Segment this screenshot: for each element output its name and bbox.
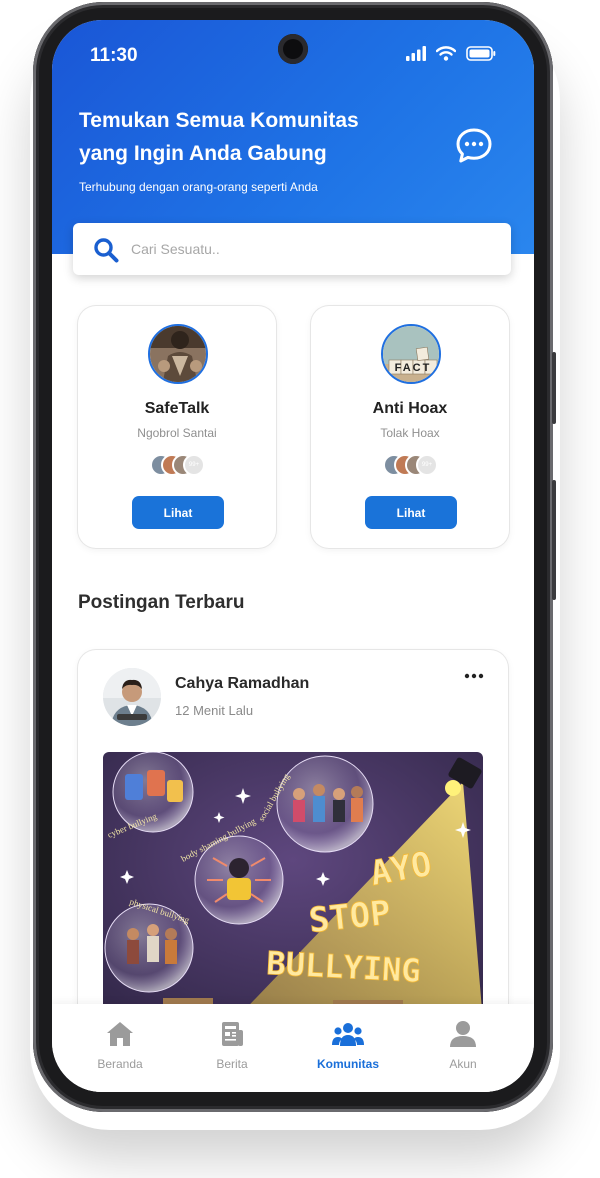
member-count-badge: 99+ [183,454,205,476]
nav-item-komunitas[interactable]: Komunitas [298,1020,398,1071]
poster-line-stop: STOP [307,893,393,941]
view-community-button[interactable]: Lihat [132,496,224,529]
more-options-icon[interactable] [464,672,484,680]
signal-icon [406,46,426,61]
status-time: 11:30 [90,45,138,66]
nav-item-berita[interactable]: Berita [182,1020,282,1071]
section-title-latest-posts: Postingan Terbaru [78,592,245,613]
page-title-line2: yang Ingin Anda Gabung [79,142,327,165]
chat-icon [456,128,492,163]
chat-button[interactable] [454,126,494,166]
author-avatar[interactable] [103,668,161,726]
home-icon [107,1022,133,1046]
power-button [552,480,556,600]
post-image[interactable]: cyber bullying social bullying body sham… [103,752,483,1022]
search-icon[interactable] [93,237,119,263]
page-title: Temukan Semua Komunitas yang Ingin Anda … [79,104,419,170]
community-name: SafeTalk [144,400,210,417]
page-title-line1: Temukan Semua Komunitas [79,109,359,132]
account-icon [450,1021,476,1047]
status-icons [406,46,496,61]
nav-label: Beranda [97,1057,143,1071]
bottom-navigation: Beranda Berita Komunitas Akun [52,1004,534,1092]
post-author: Cahya Ramadhan [175,675,310,692]
battery-icon [466,46,496,61]
community-avatar: FACT [381,324,441,384]
nav-item-akun[interactable]: Akun [413,1020,513,1071]
member-avatars: 99+ [150,454,210,478]
community-card-anti-hoax[interactable]: FACT Anti Hoax Tolak Hoax 99+ Lihat [311,306,509,548]
search-bar [73,223,511,275]
volume-button [552,352,556,424]
status-bar: 11:30 [52,20,534,90]
wifi-icon [436,46,456,61]
page-subtitle: Terhubung dengan orang-orang seperti And… [79,180,318,194]
community-icon [332,1023,364,1046]
member-count-badge: 99+ [416,454,438,476]
search-input[interactable] [131,237,491,261]
community-card-safetalk[interactable]: SafeTalk Ngobrol Santai 99+ Lihat [78,306,276,548]
app-screen: 11:30 Temukan Semua Komunitas yang Ingin… [52,20,534,1092]
community-tagline: Ngobrol Santai [137,426,217,440]
news-icon [222,1022,243,1046]
community-tagline: Tolak Hoax [380,426,440,440]
nav-label: Komunitas [316,1057,379,1071]
nav-label: Berita [216,1057,248,1071]
view-community-button[interactable]: Lihat [365,496,457,529]
nav-item-beranda[interactable]: Beranda [70,1020,170,1071]
member-avatars: 99+ [383,454,443,478]
community-avatar [148,324,208,384]
poster-line-bullying: BULLYING [266,944,422,990]
community-name: Anti Hoax [372,400,448,417]
nav-label: Akun [449,1057,477,1071]
fact-blocks-text: FACT [395,362,432,374]
post-timestamp: 12 Menit Lalu [175,703,254,718]
front-camera [278,34,308,64]
